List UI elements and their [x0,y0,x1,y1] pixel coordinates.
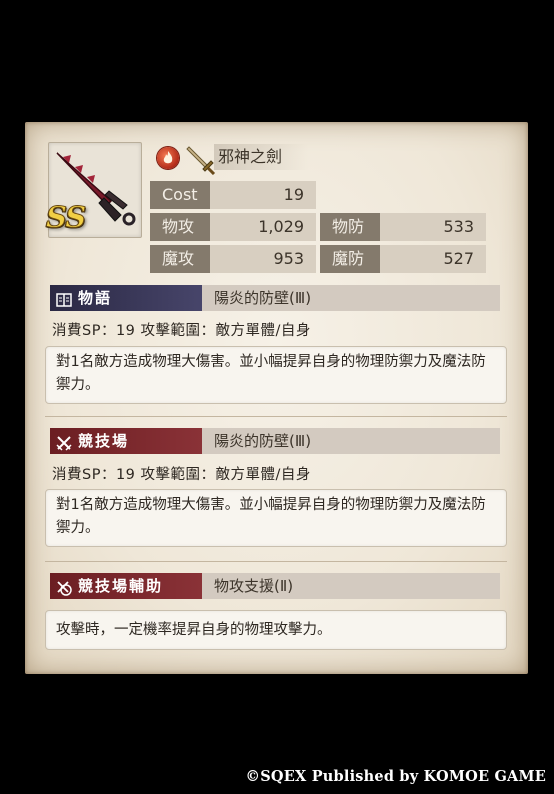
cost-value: 19 [210,181,316,209]
rarity-badge: SS [45,200,86,235]
cost-label: Cost [150,181,210,209]
story-tag-label: 物語 [78,289,113,307]
arena-tag-label: 競技場 [78,432,130,450]
mdef-label: 魔防 [320,245,380,273]
fire-element-icon [157,147,179,169]
pdef-value: 533 [380,213,486,241]
arena-tag: 競技場 [50,428,202,454]
copyright-text: ©SQEX Published by KOMOE GAME [245,768,546,785]
section-divider [45,561,507,562]
arena-skill-name: 陽炎的防壁(Ⅲ) [214,432,312,450]
arena-support-description: 攻擊時，一定機率提昇自身的物理攻擊力。 [45,610,507,650]
arena-support-tag: 競技場輔助 [50,573,202,599]
patk-value: 1,029 [210,213,316,241]
story-skill-name: 陽炎的防壁(Ⅲ) [214,289,312,307]
story-skill-description: 對1名敵方造成物理大傷害。並小幅提昇自身的物理防禦力及魔法防禦力。 [45,346,507,404]
weapon-name: 邪神之劍 [214,144,308,170]
arena-skill-cost: 消費SP：19 攻擊範圍：敵方單體/自身 [52,467,311,483]
arena-support-skill-name: 物攻支援(Ⅱ) [214,577,294,595]
arena-skill-header: 競技場 陽炎的防壁(Ⅲ) [50,428,500,454]
matk-value: 953 [210,245,316,273]
pdef-label: 物防 [320,213,380,241]
story-skill-cost: 消費SP：19 攻擊範圍：敵方單體/自身 [52,323,311,339]
sword-icon [185,143,217,179]
crossed-swords-icon [56,433,72,459]
story-tag: 物語 [50,285,202,311]
crossed-swords-circle-icon [56,578,72,604]
mdef-value: 527 [380,245,486,273]
section-divider [45,416,507,417]
patk-label: 物攻 [150,213,210,241]
arena-support-header: 競技場輔助 物攻支援(Ⅱ) [50,573,500,599]
arena-skill-description: 對1名敵方造成物理大傷害。並小幅提昇自身的物理防禦力及魔法防禦力。 [45,489,507,547]
matk-label: 魔攻 [150,245,210,273]
story-skill-header: 物語 陽炎的防壁(Ⅲ) [50,285,500,311]
arena-support-tag-label: 競技場輔助 [78,577,164,595]
book-icon [56,290,72,316]
